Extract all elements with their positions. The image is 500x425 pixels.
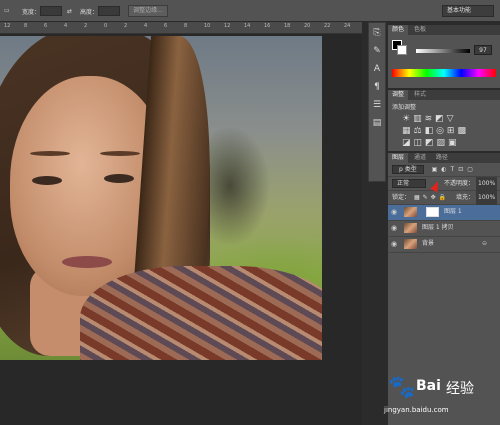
ruler-tick: 20 xyxy=(304,23,311,29)
background-swatch[interactable] xyxy=(397,45,407,55)
layer-name: 图层 1 xyxy=(444,208,462,215)
blend-mode-select[interactable]: 正常 xyxy=(392,179,427,188)
fill-label: 填充： xyxy=(456,194,475,201)
adjustment-icons-row-3[interactable]: ◪◫◩▨▣ xyxy=(402,138,460,148)
photo-brow-right xyxy=(100,151,140,156)
layer-filter-select[interactable]: p 类型 xyxy=(392,165,424,174)
brightness-slider[interactable] xyxy=(416,49,470,53)
lock-row: 锁定： ▦✎✥🔒 填充： 100% xyxy=(388,191,500,205)
width-input[interactable] xyxy=(40,6,62,16)
tab-channels[interactable]: 通道 xyxy=(410,153,430,163)
character-icon[interactable]: A xyxy=(369,61,385,77)
layer-name: 背景 xyxy=(422,240,435,247)
tab-adjustments[interactable]: 调整 xyxy=(388,90,409,100)
watermark-url: jingyan.baidu.com xyxy=(384,406,449,414)
color-panel: 颜色 色板 97 xyxy=(388,24,500,88)
ruler-tick: 22 xyxy=(324,23,331,29)
ruler-tick: 24 xyxy=(344,23,351,29)
adjustments-panel: 调整 样式 添加调整 ☀▥≋◩▽ ▦⚖◧◎⊞▩ ◪◫◩▨▣ xyxy=(388,89,500,151)
ruler-tick: 2 xyxy=(84,23,88,29)
tab-color[interactable]: 颜色 xyxy=(388,25,409,35)
properties-icon[interactable]: ▤ xyxy=(369,115,385,131)
workspace-select[interactable]: 基本功能 xyxy=(442,5,494,17)
paw-icon: 🐾 xyxy=(388,375,416,400)
layer-row-1[interactable]: ◉ 图层 1 xyxy=(388,205,500,221)
adjustment-icons-row-2[interactable]: ▦⚖◧◎⊞▩ xyxy=(402,126,469,136)
layer-filter-row: p 类型 ▣◐T⊡▢ xyxy=(388,163,500,177)
ruler-tick: 18 xyxy=(284,23,291,29)
layer-thumbnail xyxy=(404,239,417,249)
ruler-tick: 0 xyxy=(104,23,108,29)
opacity-input[interactable]: 100% xyxy=(476,177,498,191)
ruler-tick: 12 xyxy=(224,23,231,29)
ruler-tick: 6 xyxy=(44,23,48,29)
opacity-label: 不透明度： xyxy=(444,180,475,187)
add-adjustment-title: 添加调整 xyxy=(392,104,417,111)
ruler-tick: 8 xyxy=(184,23,188,29)
tab-layers[interactable]: 图层 xyxy=(388,153,409,163)
fill-input[interactable]: 100% xyxy=(476,191,498,205)
tab-paths[interactable]: 路径 xyxy=(432,153,452,163)
visibility-eye-icon[interactable]: ◉ xyxy=(391,221,397,235)
info-icon[interactable]: ☰ xyxy=(369,97,385,113)
workspace-label: 基本功能 xyxy=(447,7,472,14)
layer-thumbnail xyxy=(404,223,417,233)
horizontal-ruler: 12 8 6 4 2 0 2 4 6 8 10 12 14 16 18 20 22 24 xyxy=(0,22,362,34)
visibility-eye-icon[interactable]: ◉ xyxy=(391,237,397,251)
layer-mask-thumbnail[interactable] xyxy=(426,207,439,217)
watermark-brand-cn: 经验 xyxy=(446,381,474,397)
color-spectrum[interactable] xyxy=(392,69,496,77)
panel-tool-strip: ⎘ ✎ A ¶ ☰ ▤ xyxy=(368,22,386,182)
options-bar: ▭ 宽度： ⇄ 高度： 调整边缘... 基本功能 xyxy=(0,0,500,22)
width-label: 宽度： xyxy=(22,9,41,16)
options-bar-icon: ▭ xyxy=(4,7,10,14)
tab-styles[interactable]: 样式 xyxy=(410,90,430,100)
filter-icons[interactable]: ▣◐T⊡▢ xyxy=(432,166,477,173)
ruler-tick: 12 xyxy=(4,23,11,29)
height-label: 高度： xyxy=(80,9,99,16)
swap-icon[interactable]: ⇄ xyxy=(67,8,75,15)
photo-scarf xyxy=(80,266,322,360)
layer-name: 图层 1 拷贝 xyxy=(422,224,454,231)
ruler-tick: 6 xyxy=(164,23,168,29)
photo-lips xyxy=(62,256,112,268)
baidu-watermark: 🐾 Bai 经验 jingyan.baidu.com xyxy=(382,372,494,422)
photo-eye-right xyxy=(104,174,134,183)
lock-label: 锁定： xyxy=(392,194,411,201)
document-photo[interactable] xyxy=(0,36,322,360)
photo-brow-left xyxy=(30,151,70,156)
visibility-eye-icon[interactable]: ◉ xyxy=(391,205,397,219)
ruler-tick: 2 xyxy=(124,23,128,29)
layer-row-2[interactable]: ◉ 图层 1 拷贝 xyxy=(388,221,500,237)
lock-icons[interactable]: ▦✎✥🔒 xyxy=(414,194,449,201)
ruler-tick: 4 xyxy=(144,23,148,29)
brush-preset-icon[interactable]: ✎ xyxy=(369,43,385,59)
layer-thumbnail xyxy=(404,207,417,217)
blend-row: 正常 不透明度： 100% xyxy=(388,177,500,191)
ruler-tick: 10 xyxy=(204,23,211,29)
ruler-tick: 4 xyxy=(64,23,68,29)
watermark-brand: Bai xyxy=(416,378,441,394)
lock-icon: ⊖ xyxy=(482,240,488,247)
tab-swatches[interactable]: 色板 xyxy=(410,25,430,35)
photo-eye-left xyxy=(32,176,62,185)
height-input[interactable] xyxy=(98,6,120,16)
layer-row-3[interactable]: ◉ 背景 ⊖ xyxy=(388,237,500,253)
slider-value-field[interactable]: 97 xyxy=(474,45,492,55)
ruler-tick: 14 xyxy=(244,23,251,29)
adjustment-icons-row-1[interactable]: ☀▥≋◩▽ xyxy=(402,114,457,124)
history-icon[interactable]: ⎘ xyxy=(369,25,385,41)
paragraph-icon[interactable]: ¶ xyxy=(369,79,385,95)
ruler-tick: 16 xyxy=(264,23,271,29)
adjust-edge-button[interactable]: 调整边缘... xyxy=(128,5,168,17)
ruler-tick: 8 xyxy=(24,23,28,29)
